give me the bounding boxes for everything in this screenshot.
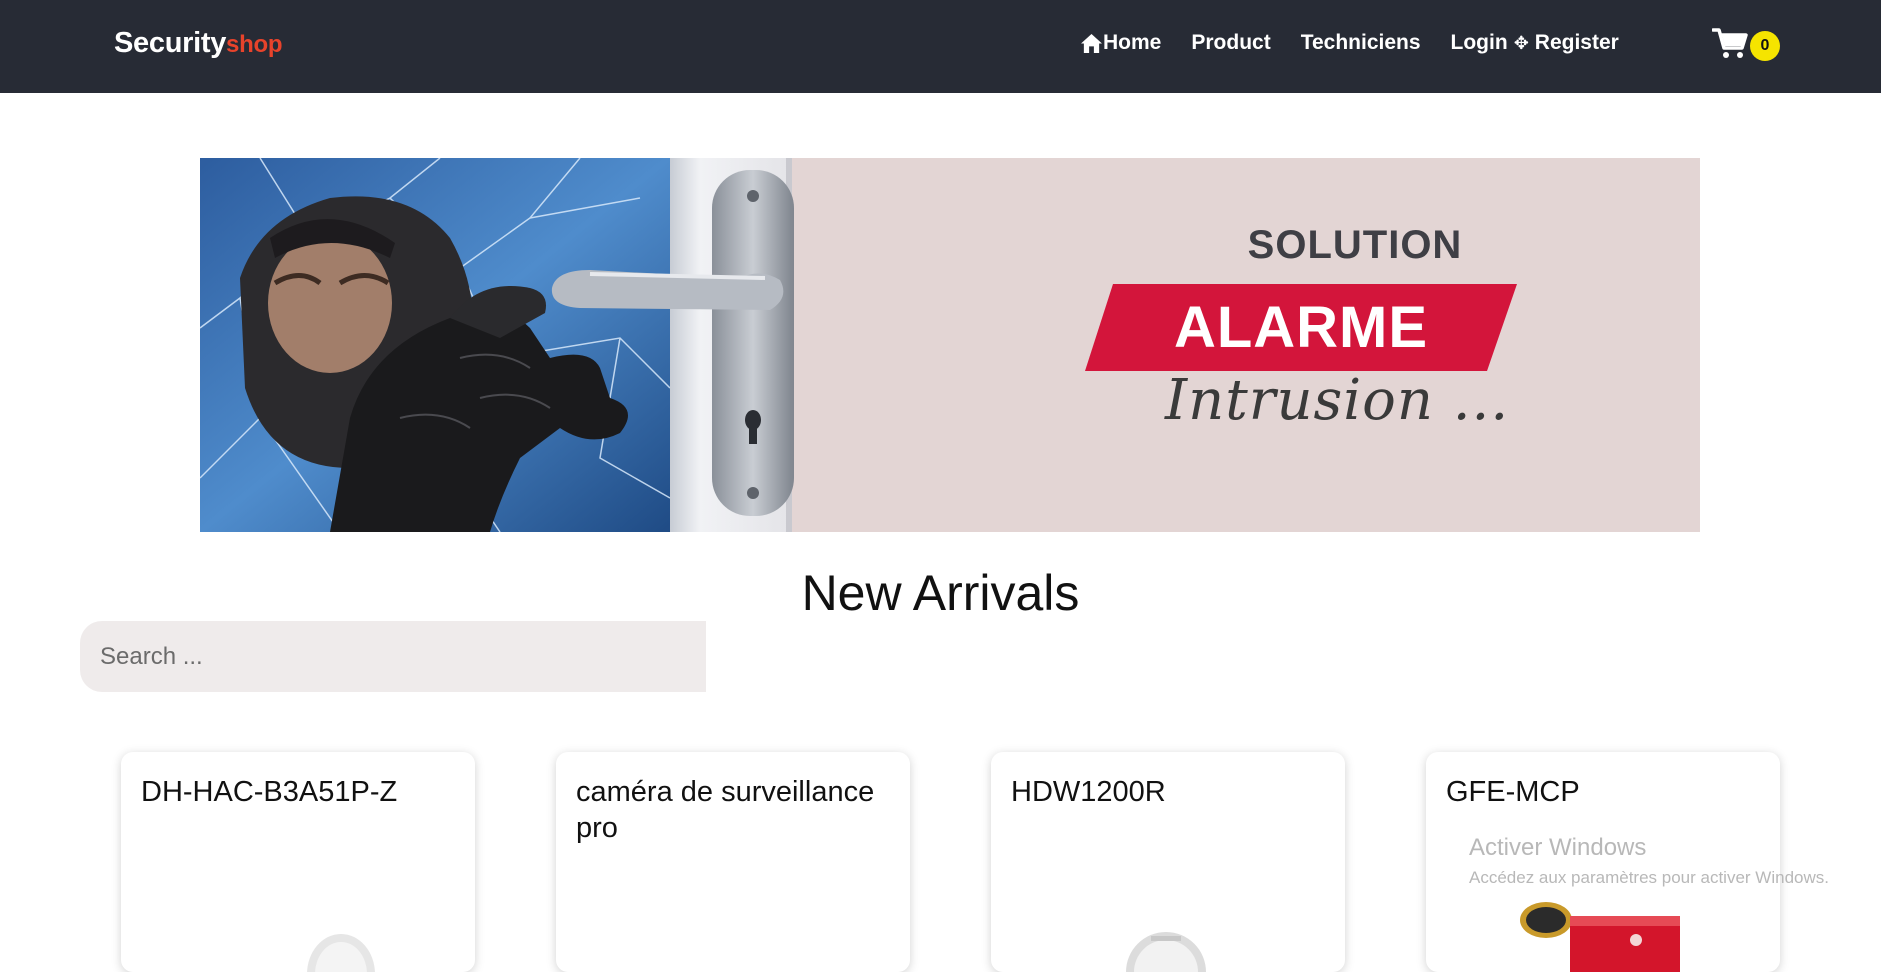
nav-techniciens-link[interactable]: Techniciens <box>1301 31 1421 55</box>
nav-separator-icon: ✥ <box>1513 32 1529 53</box>
cart-button[interactable]: 0 <box>1711 26 1780 65</box>
brand-name: Security <box>114 27 227 59</box>
product-name: GFE-MCP <box>1446 776 1580 808</box>
search-input[interactable] <box>80 621 706 692</box>
nav-auth-group: Login ✥ Register <box>1451 31 1619 55</box>
nav-home-link[interactable]: Home <box>1080 31 1161 55</box>
product-name: HDW1200R <box>1011 776 1166 808</box>
home-icon <box>1080 33 1103 54</box>
brand-accent: shop <box>226 31 283 58</box>
nav-login-link[interactable]: Login <box>1451 31 1508 55</box>
watermark-title: Activer Windows <box>1469 834 1647 861</box>
product-image <box>1126 932 1206 972</box>
main-nav: Home Product Techniciens Login ✥ Registe… <box>1080 31 1619 55</box>
cart-icon <box>1711 26 1748 65</box>
product-card[interactable]: DH-HAC-B3A51P-Z <box>121 752 475 972</box>
product-card[interactable]: HDW1200R <box>991 752 1345 972</box>
product-card[interactable]: caméra de surveillance pro <box>556 752 910 972</box>
product-image <box>307 934 375 972</box>
page-title: New Arrivals <box>801 565 1080 621</box>
windows-activation-watermark: Activer Windows Accédez aux paramètres p… <box>1469 834 1829 888</box>
top-navbar: Securityshop Home Product Techniciens Lo… <box>0 0 1881 93</box>
product-image <box>1520 902 1680 972</box>
banner-intrusion-text: Intrusion ... <box>1165 368 1510 433</box>
product-name: caméra de surveillance pro <box>576 776 875 844</box>
nav-product-link[interactable]: Product <box>1191 31 1270 55</box>
product-name: DH-HAC-B3A51P-Z <box>141 776 398 808</box>
banner-solution-text: SOLUTION <box>1247 223 1463 267</box>
nav-register-link[interactable]: Register <box>1535 31 1619 55</box>
banner-alarme-box: ALARME <box>1085 284 1517 371</box>
hero-banner: SOLUTION ALARME Intrusion ... <box>200 158 1700 532</box>
brand-logo[interactable]: Securityshop <box>114 27 282 60</box>
nav-home-label: Home <box>1103 31 1162 54</box>
cart-count-badge: 0 <box>1750 30 1780 61</box>
banner-alarme-text: ALARME <box>1173 295 1429 360</box>
watermark-subtitle: Accédez aux paramètres pour activer Wind… <box>1469 868 1829 887</box>
